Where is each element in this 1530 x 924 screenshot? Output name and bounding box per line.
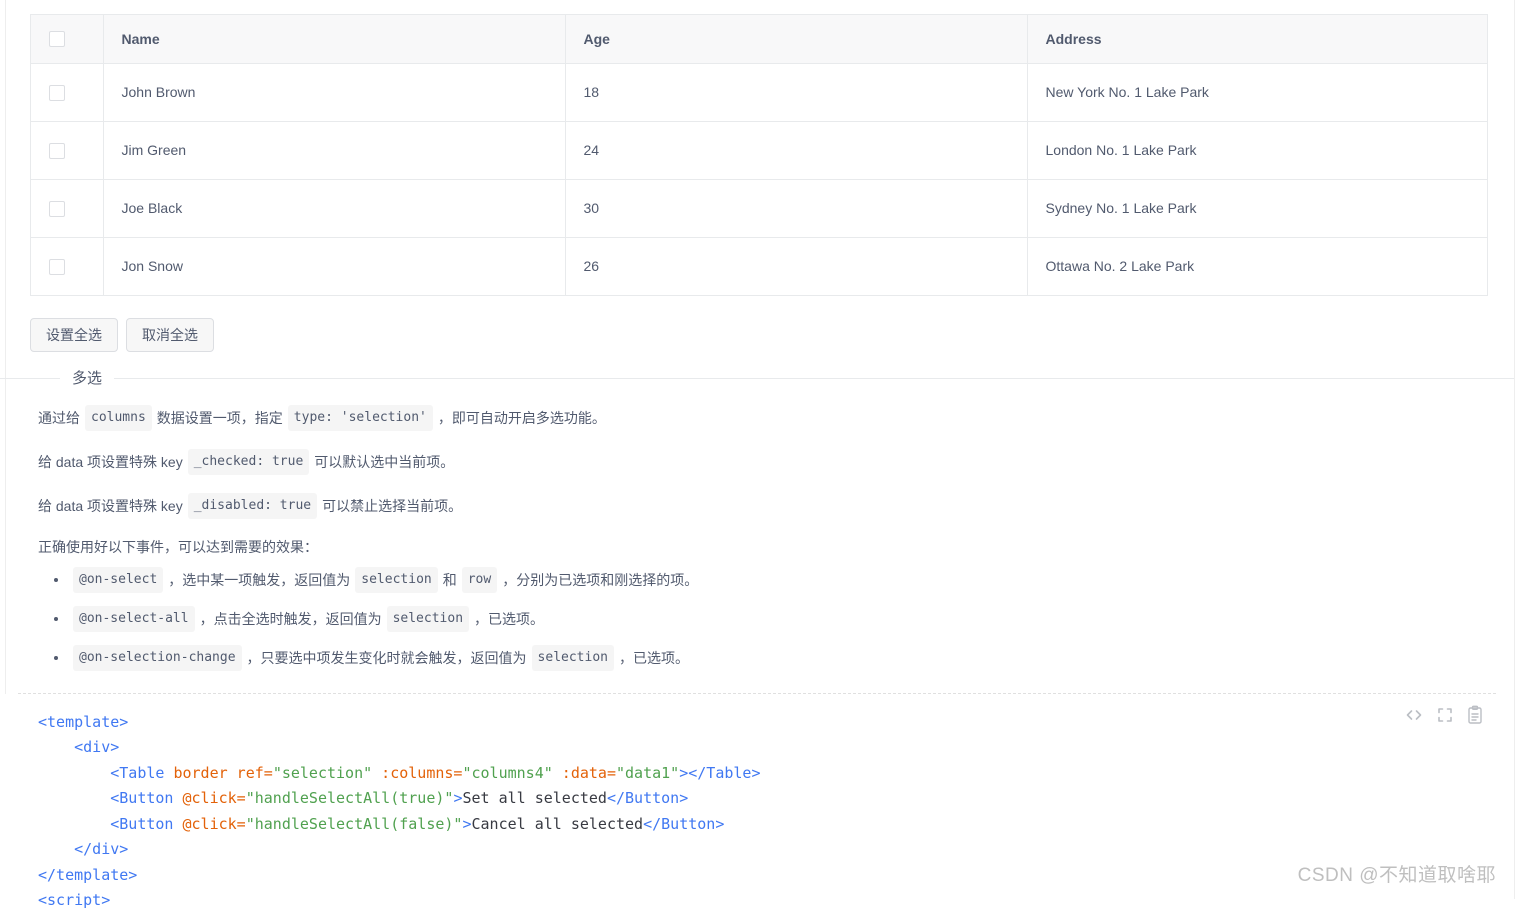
cell-age: 24	[565, 121, 1028, 180]
list-item: @on-selection-change ，只要选中项发生变化时就会触发，返回值…	[68, 644, 1514, 671]
code-toolbar	[1404, 705, 1484, 725]
section-legend: 多选	[60, 366, 115, 388]
csdn-watermark: CSDN @不知道取啥耶	[1297, 865, 1496, 886]
doc-text: ，只要选中项发生变化时就会触发，返回值为	[246, 649, 527, 666]
doc-line-4: 正确使用好以下事件，可以达到需要的效果：	[38, 538, 318, 555]
demo-content: Name Age Address John Brown 18 New York …	[0, 0, 1514, 924]
cell-address: London No. 1 Lake Park	[1027, 121, 1488, 180]
select-all-checkbox[interactable]	[49, 31, 65, 48]
table-row[interactable]: Joe Black 30 Sydney No. 1 Lake Park	[31, 179, 1488, 238]
cell-address: New York No. 1 Lake Park	[1027, 63, 1488, 122]
doc-text: 数据设置一项，指定	[156, 409, 283, 426]
table-header-name[interactable]: Name	[103, 15, 566, 64]
list-item: @on-select ，选中某一项触发，返回值为 selection 和 row…	[68, 566, 1514, 593]
cell-address: Sydney No. 1 Lake Park	[1027, 179, 1488, 238]
row-selection-cell	[31, 179, 104, 238]
doc-text: 可以默认选中当前项。	[314, 453, 455, 470]
row-checkbox[interactable]	[49, 200, 65, 217]
cell-age: 30	[565, 179, 1028, 238]
inline-code-on-select: @on-select	[73, 566, 164, 593]
inline-code-on-selection-change: @on-selection-change	[73, 644, 242, 671]
events-list: @on-select ，选中某一项触发，返回值为 selection 和 row…	[38, 566, 1514, 671]
inline-code-selection: selection	[386, 605, 470, 632]
cell-address: Ottawa No. 2 Lake Park	[1027, 237, 1488, 296]
row-selection-cell	[31, 121, 104, 180]
table-header-selection	[31, 15, 104, 64]
cell-name: John Brown	[103, 63, 566, 122]
doc-text: 给 data 项设置特殊 key	[38, 497, 183, 514]
row-checkbox[interactable]	[49, 258, 65, 275]
table-header-age[interactable]: Age	[565, 15, 1028, 64]
code-line: <Table border ref="selection" :columns="…	[110, 763, 761, 782]
doc-text: 可以禁止选择当前项。	[322, 497, 463, 514]
code-line: <script>	[38, 891, 111, 909]
table-row[interactable]: John Brown 18 New York No. 1 Lake Park	[31, 63, 1488, 122]
list-item: @on-select-all ，点击全选时触发，返回值为 selection ，…	[68, 605, 1514, 632]
row-selection-cell	[31, 237, 104, 296]
inline-code-disabled: _disabled: true	[187, 492, 318, 519]
cell-name: Joe Black	[103, 179, 566, 238]
show-code-icon[interactable]	[1404, 705, 1424, 725]
inline-code-on-select-all: @on-select-all	[73, 605, 195, 632]
code-block: <template> <div> <Table border ref="sele…	[0, 693, 1514, 924]
inline-code-type-selection: type: 'selection'	[287, 404, 433, 431]
doc-text: ，选中某一项触发，返回值为	[168, 571, 351, 588]
fullscreen-icon[interactable]	[1436, 706, 1454, 724]
doc-text: ，已选项。	[474, 610, 545, 627]
cancel-all-selected-button[interactable]: 取消全选	[126, 317, 214, 352]
table-row[interactable]: Jim Green 24 London No. 1 Lake Park	[31, 121, 1488, 180]
page-border-right	[1514, 0, 1515, 899]
cell-name: Jon Snow	[103, 237, 566, 296]
cell-age: 26	[565, 237, 1028, 296]
doc-text: ，已选项。	[619, 649, 689, 666]
code-line: <Button @click="handleSelectAll(true)">S…	[110, 789, 689, 807]
section-divider: 多选	[0, 366, 1514, 388]
set-all-selected-button[interactable]: 设置全选	[30, 317, 118, 352]
code-line: </template>	[38, 865, 138, 884]
inline-code-selection: selection	[531, 644, 614, 671]
doc-line-2: 给 data 项设置特殊 key _checked: true 可以默认选中当前…	[38, 448, 1514, 475]
table-row[interactable]: Jon Snow 26 Ottawa No. 2 Lake Park	[31, 237, 1488, 296]
code-line: <template>	[38, 712, 129, 731]
code-line: <div>	[74, 738, 120, 756]
table-header-address[interactable]: Address	[1027, 15, 1488, 64]
doc-text: ，点击全选时触发，返回值为	[199, 610, 382, 627]
cell-name: Jim Green	[103, 121, 566, 180]
row-checkbox[interactable]	[49, 84, 65, 101]
copy-clipboard-icon[interactable]	[1466, 705, 1484, 725]
selection-table: Name Age Address John Brown 18 New York …	[30, 14, 1488, 296]
row-selection-cell	[31, 63, 104, 122]
code-content[interactable]: <template> <div> <Table border ref="sele…	[38, 710, 1496, 914]
inline-code-row: row	[461, 566, 498, 593]
doc-text: 和	[442, 571, 457, 588]
table-header-row: Name Age Address	[31, 15, 1488, 64]
table-actions: 设置全选 取消全选	[30, 317, 1514, 352]
doc-line-3: 给 data 项设置特殊 key _disabled: true 可以禁止选择当…	[38, 492, 1514, 519]
doc-text: ，即可自动开启多选功能。	[437, 409, 606, 426]
inline-code-columns: columns	[85, 404, 152, 431]
inline-code-checked: _checked: true	[187, 448, 310, 475]
doc-text: ，分别为已选项和刚选择的项。	[502, 571, 699, 588]
cell-age: 18	[565, 63, 1028, 122]
code-line: </div>	[74, 840, 129, 858]
doc-text: 给 data 项设置特殊 key	[38, 453, 183, 470]
doc-text: 通过给	[38, 409, 80, 426]
code-line: <Button @click="handleSelectAll(false)">…	[110, 814, 725, 833]
documentation: 通过给 columns 数据设置一项，指定 type: 'selection' …	[38, 404, 1514, 671]
inline-code-selection: selection	[355, 566, 438, 593]
doc-line-1: 通过给 columns 数据设置一项，指定 type: 'selection' …	[38, 404, 1514, 431]
row-checkbox[interactable]	[49, 142, 65, 159]
